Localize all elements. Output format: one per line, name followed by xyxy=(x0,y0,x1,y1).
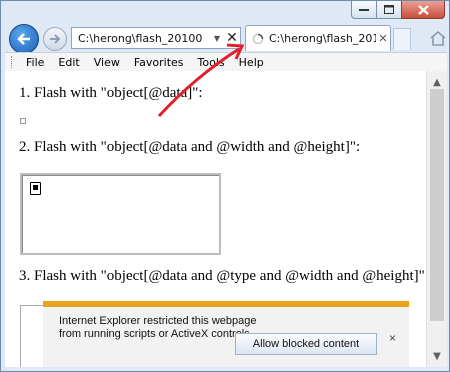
minimize-icon xyxy=(359,8,369,11)
notification-message: Internet Explorer restricted this webpag… xyxy=(59,315,257,340)
address-text[interactable]: C:\herong\flash_20100 xyxy=(72,32,210,45)
object-placeholder-1 xyxy=(20,118,26,124)
stop-icon[interactable]: ✕ xyxy=(224,30,240,46)
forward-button[interactable] xyxy=(43,27,67,51)
heading-2: 2. Flash with "object[@data and @width a… xyxy=(19,139,361,155)
back-arrow-icon xyxy=(17,33,30,45)
title-bar xyxy=(1,1,449,23)
plugin-placeholder-icon xyxy=(30,182,41,195)
home-button[interactable] xyxy=(427,26,449,50)
page-content: 1. Flash with "object[@data]": 2. Flash … xyxy=(5,71,426,367)
menu-edit[interactable]: Edit xyxy=(51,56,86,69)
heading-3: 3. Flash with "object[@data and @type an… xyxy=(19,268,426,284)
tab-close-icon[interactable]: ✕ xyxy=(376,32,390,45)
object-frame-2[interactable] xyxy=(20,173,221,255)
scroll-thumb[interactable] xyxy=(430,89,444,321)
menu-help[interactable]: Help xyxy=(232,56,271,69)
minimize-button[interactable] xyxy=(351,1,377,19)
close-icon xyxy=(417,4,429,15)
back-button[interactable] xyxy=(9,24,39,54)
maximize-button[interactable] xyxy=(376,1,402,19)
allow-blocked-content-button[interactable]: Allow blocked content xyxy=(235,333,377,355)
menu-file[interactable]: File xyxy=(19,56,51,69)
notification-bar: Internet Explorer restricted this webpag… xyxy=(43,301,409,367)
notification-close-icon[interactable]: × xyxy=(389,331,396,345)
address-bar[interactable]: C:\herong\flash_20100 ▼ ✕ xyxy=(71,27,241,49)
heading-1: 1. Flash with "object[@data]": xyxy=(19,85,203,101)
menu-bar: File Edit View Favorites Tools Help xyxy=(5,52,447,72)
menu-tools[interactable]: Tools xyxy=(191,56,232,69)
menu-grip xyxy=(11,56,15,68)
caption-buttons xyxy=(351,1,445,19)
menu-view[interactable]: View xyxy=(87,56,127,69)
new-tab-button[interactable] xyxy=(393,28,411,50)
loading-spinner-icon xyxy=(252,33,264,44)
tab-active[interactable]: C:\herong\flash_201... ✕ xyxy=(245,25,391,51)
close-window-button[interactable] xyxy=(401,1,445,19)
scroll-down-icon[interactable]: ▼ xyxy=(427,347,447,365)
navigation-bar: C:\herong\flash_20100 ▼ ✕ C:\herong\flas… xyxy=(1,21,449,54)
address-dropdown-icon[interactable]: ▼ xyxy=(210,34,224,43)
forward-arrow-icon xyxy=(50,34,61,44)
menu-favorites[interactable]: Favorites xyxy=(127,56,191,69)
vertical-scrollbar[interactable]: ▲ ▼ xyxy=(426,71,447,367)
maximize-icon xyxy=(384,5,394,14)
home-icon xyxy=(430,30,446,46)
tab-title: C:\herong\flash_201... xyxy=(269,32,376,45)
browser-window: C:\herong\flash_20100 ▼ ✕ C:\herong\flas… xyxy=(0,0,450,372)
